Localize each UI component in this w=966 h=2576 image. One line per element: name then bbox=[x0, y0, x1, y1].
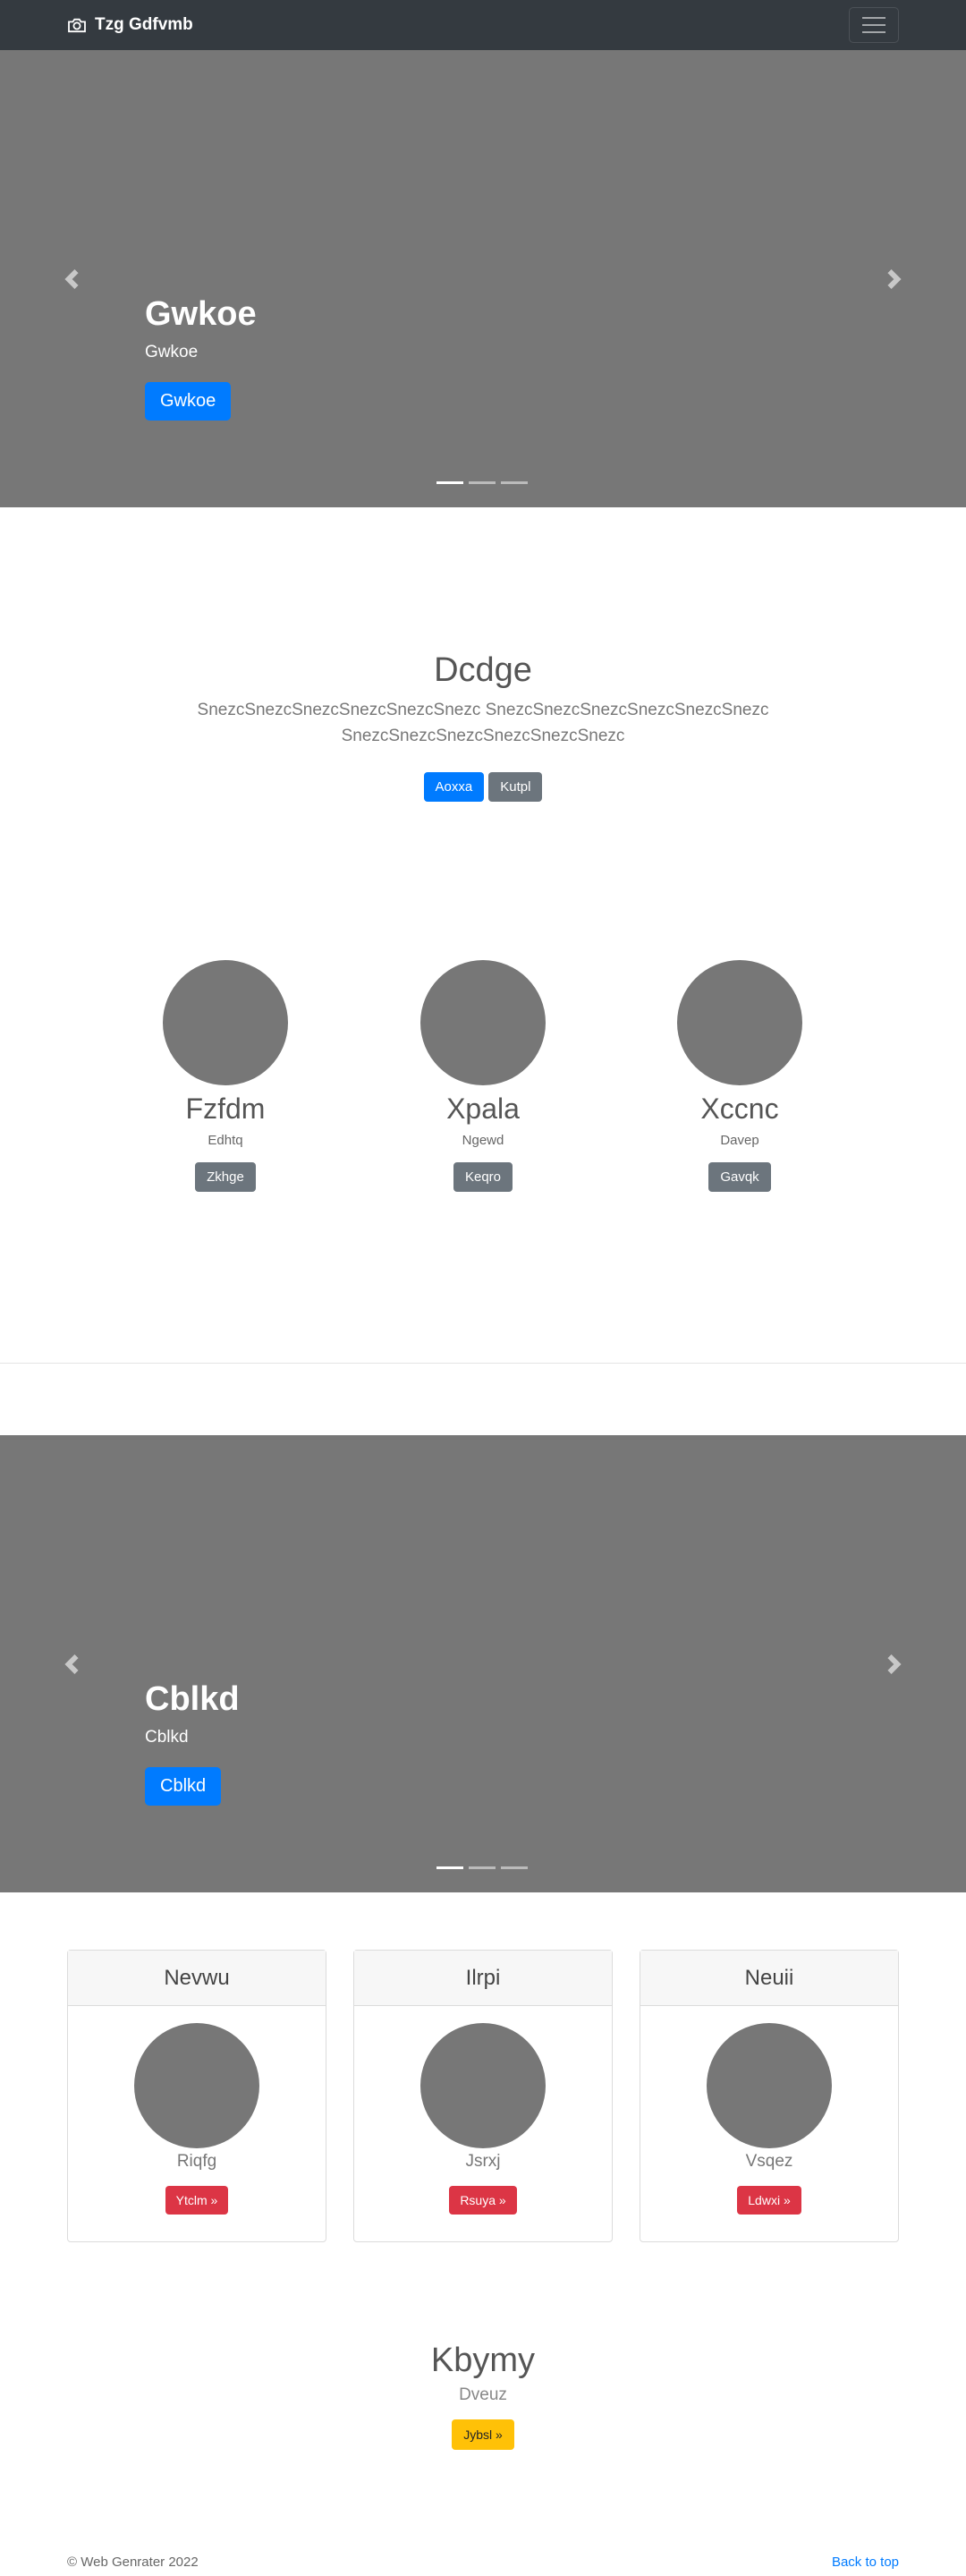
carousel-bottom: Cblkd Cblkd Cblkd bbox=[0, 1435, 966, 1892]
marketing-column: Xpala Ngewd Keqro bbox=[394, 960, 572, 1192]
marketing-button[interactable]: Gavqk bbox=[708, 1162, 771, 1192]
hamburger-icon bbox=[862, 17, 886, 19]
marketing-text: Ngewd bbox=[462, 1133, 504, 1148]
carousel-indicator[interactable] bbox=[436, 481, 463, 484]
carousel-title: Gwkoe bbox=[145, 295, 257, 333]
chevron-right-icon bbox=[887, 268, 902, 289]
jumbotron-title: Dcdge bbox=[434, 651, 532, 689]
back-to-top-link[interactable]: Back to top bbox=[832, 2555, 899, 2570]
placeholder-image bbox=[677, 960, 802, 1085]
carousel-next-button[interactable] bbox=[823, 1435, 966, 1892]
carousel-prev-button[interactable] bbox=[0, 50, 143, 507]
bottom-button[interactable]: Jybsl » bbox=[452, 2419, 514, 2450]
card-header: Neuii bbox=[640, 1951, 898, 2006]
jumbotron-section: Dcdge SnezcSnezcSnezcSnezcSnezcSnezc Sne… bbox=[0, 651, 966, 802]
marketing-column: Xccnc Davep Gavqk bbox=[650, 960, 829, 1192]
jumbotron-lead-line: SnezcSnezcSnezcSnezcSnezcSnezc SnezcSnez… bbox=[197, 701, 769, 719]
card-button[interactable]: Ytclm » bbox=[165, 2186, 229, 2215]
marketing-heading: Xccnc bbox=[700, 1092, 779, 1125]
placeholder-image bbox=[707, 2023, 832, 2148]
card-name: Jsrxj bbox=[465, 2152, 501, 2171]
carousel-text: Gwkoe bbox=[145, 342, 199, 361]
chevron-left-icon bbox=[64, 1654, 79, 1674]
chevron-right-icon bbox=[887, 1654, 902, 1674]
navbar-toggler-button[interactable] bbox=[849, 7, 899, 43]
brand-label: Tzg Gdfvmb bbox=[95, 15, 193, 34]
placeholder-image bbox=[420, 2023, 546, 2148]
marketing-text: Davep bbox=[720, 1133, 759, 1148]
hamburger-icon-line bbox=[862, 24, 886, 26]
carousel-indicator[interactable] bbox=[501, 1866, 528, 1869]
card-header: Ilrpi bbox=[354, 1951, 612, 2006]
hamburger-icon-line bbox=[862, 31, 886, 33]
navbar-brand[interactable]: Tzg Gdfvmb bbox=[67, 0, 193, 50]
carousel-indicator[interactable] bbox=[501, 481, 528, 484]
carousel-prev-button[interactable] bbox=[0, 1435, 143, 1892]
placeholder-image bbox=[420, 960, 546, 1085]
marketing-heading: Fzfdm bbox=[185, 1092, 266, 1125]
navbar: Tzg Gdfvmb bbox=[0, 0, 966, 50]
carousel-cta-button[interactable]: Cblkd bbox=[145, 1766, 222, 1806]
marketing-heading: Xpala bbox=[446, 1092, 520, 1125]
carousel-indicator[interactable] bbox=[469, 1866, 496, 1869]
carousel-indicator[interactable] bbox=[469, 481, 496, 484]
placeholder-image bbox=[163, 960, 288, 1085]
bottom-title: Kbymy bbox=[430, 2342, 536, 2379]
secondary-button[interactable]: Kutpl bbox=[488, 772, 543, 802]
bottom-section: Kbymy Dveuz Jybsl » bbox=[0, 2342, 966, 2450]
card-button[interactable]: Ldwxi » bbox=[737, 2186, 801, 2215]
carousel-cta-button[interactable]: Gwkoe bbox=[145, 381, 232, 421]
carousel-title: Cblkd bbox=[145, 1680, 240, 1718]
card: Ilrpi Jsrxj Rsuya » bbox=[353, 1950, 613, 2242]
card: Neuii Vsqez Ldwxi » bbox=[640, 1950, 899, 2242]
card-name: Vsqez bbox=[745, 2152, 793, 2171]
carousel-indicator[interactable] bbox=[436, 1866, 463, 1869]
card-header: Nevwu bbox=[68, 1951, 326, 2006]
marketing-button[interactable]: Keqro bbox=[453, 1162, 513, 1192]
card-button[interactable]: Rsuya » bbox=[449, 2186, 517, 2215]
carousel-indicators bbox=[436, 1866, 528, 1869]
card: Nevwu Riqfg Ytclm » bbox=[67, 1950, 326, 2242]
carousel-caption: Gwkoe Gwkoe Gwkoe bbox=[145, 294, 257, 421]
jumbotron-lead-line: SnezcSnezcSnezcSnezcSnezcSnezc bbox=[341, 727, 625, 745]
placeholder-image bbox=[134, 2023, 259, 2148]
carousel-text: Cblkd bbox=[145, 1727, 189, 1747]
jumbotron-lead: SnezcSnezcSnezcSnezcSnezcSnezc SnezcSnez… bbox=[0, 697, 966, 749]
marketing-column: Fzfdm Edhtq Zkhge bbox=[136, 960, 315, 1192]
marketing-button[interactable]: Zkhge bbox=[195, 1162, 256, 1192]
card-name: Riqfg bbox=[176, 2152, 217, 2171]
chevron-left-icon bbox=[64, 268, 79, 289]
carousel-top: Gwkoe Gwkoe Gwkoe bbox=[0, 50, 966, 507]
carousel-indicators bbox=[436, 481, 528, 484]
section-divider bbox=[0, 1363, 966, 1364]
primary-button[interactable]: Aoxxa bbox=[423, 772, 485, 802]
marketing-text: Edhtq bbox=[208, 1133, 243, 1148]
carousel-caption: Cblkd Cblkd Cblkd bbox=[145, 1679, 240, 1806]
copyright-text: © Web Genrater 2022 bbox=[67, 2555, 199, 2570]
camera-icon bbox=[67, 17, 87, 33]
jumbotron-buttons: Aoxxa Kutpl bbox=[0, 772, 966, 802]
bottom-text: Dveuz bbox=[459, 2385, 507, 2404]
carousel-next-button[interactable] bbox=[823, 50, 966, 507]
footer: © Web Genrater 2022 Back to top bbox=[67, 2555, 899, 2570]
